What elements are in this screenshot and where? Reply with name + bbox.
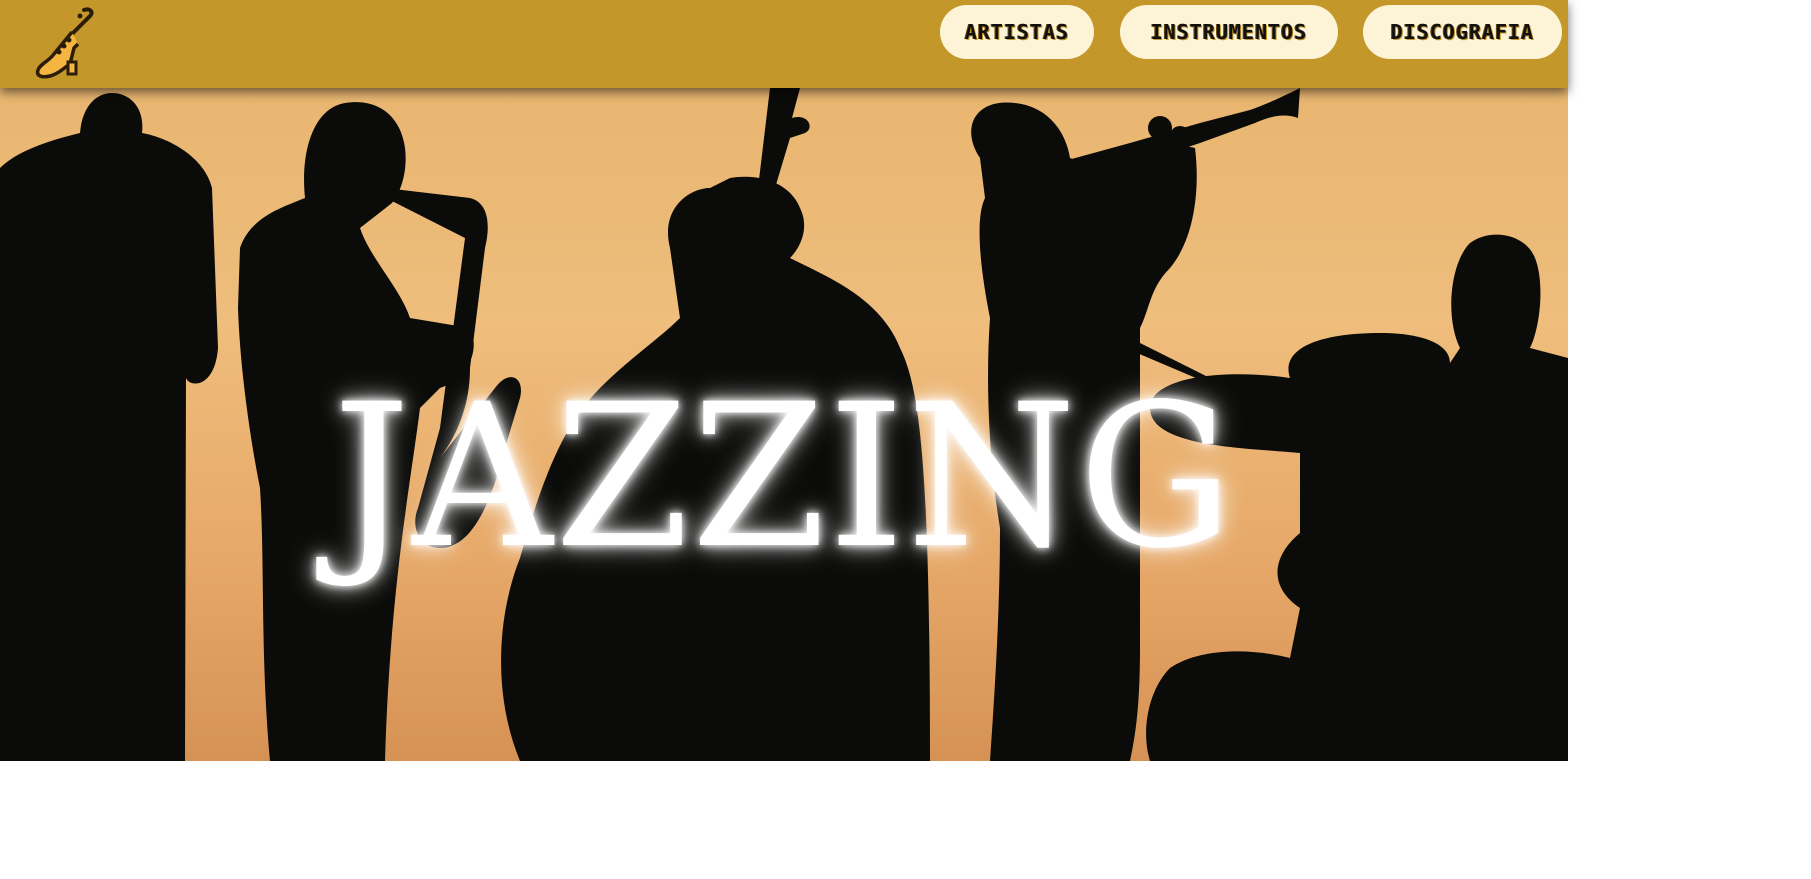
- hero-banner: JAZZING: [0, 88, 1568, 761]
- nav-discografia-button[interactable]: DISCOGRAFIA: [1363, 5, 1562, 59]
- nav-instrumentos-button[interactable]: INSTRUMENTOS: [1120, 5, 1338, 59]
- top-navbar: ARTISTAS INSTRUMENTOS DISCOGRAFIA: [0, 0, 1568, 88]
- nav-artistas-button[interactable]: ARTISTAS: [940, 5, 1094, 59]
- saxophone-icon[interactable]: [28, 4, 98, 80]
- hero-title: JAZZING: [332, 361, 1236, 592]
